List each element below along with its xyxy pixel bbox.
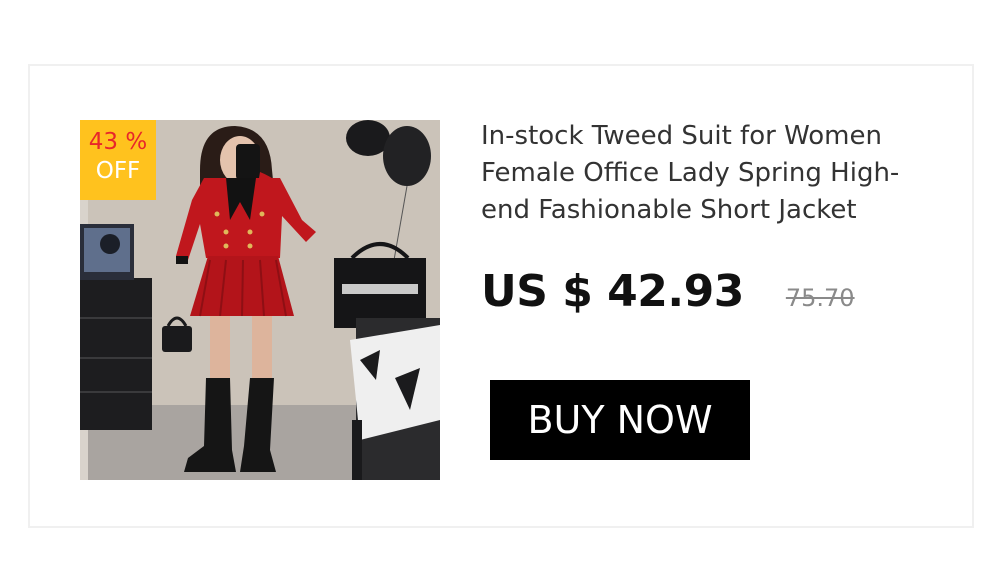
price-row: US $ 42.93 75.70 [481, 266, 855, 326]
discount-badge: 43 % OFF [80, 120, 156, 200]
current-price: US $ 42.93 [481, 266, 744, 317]
original-price: 75.70 [785, 284, 855, 312]
discount-off-label: OFF [95, 158, 141, 184]
buy-now-button[interactable]: BUY NOW [490, 380, 750, 460]
product-title[interactable]: In-stock Tweed Suit for Women Female Off… [481, 118, 941, 229]
discount-percent: 43 % [88, 129, 148, 155]
